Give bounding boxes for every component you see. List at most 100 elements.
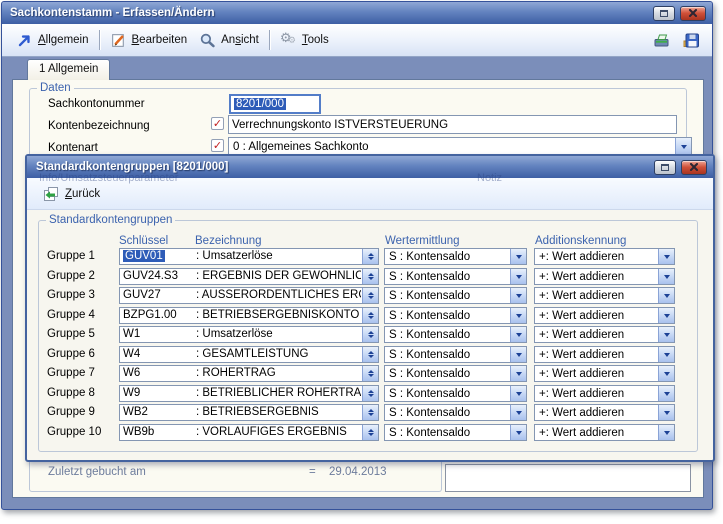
toolbar-separator bbox=[99, 30, 100, 50]
menu-tools[interactable]: ⚙⚙ Tools bbox=[274, 29, 335, 52]
select-value: S : Kontensaldo bbox=[389, 407, 509, 419]
dropdown-arrow-button[interactable] bbox=[510, 366, 526, 381]
zurueck-button[interactable]: Zurück bbox=[37, 184, 106, 204]
key-input[interactable]: W1 : Umsatzerlöse bbox=[119, 326, 379, 343]
dropdown-arrow-button[interactable] bbox=[510, 308, 526, 323]
kontenart-label: Kontenart bbox=[48, 142, 98, 154]
additionskennung-select[interactable]: +: Wert addieren bbox=[534, 326, 675, 343]
zuletzt-gebucht-label: Zuletzt gebucht am bbox=[48, 466, 146, 478]
sachkontonummer-input[interactable]: 8201/000 bbox=[229, 94, 321, 114]
menu-ansicht[interactable]: Ansicht bbox=[193, 29, 265, 52]
dropdown-arrow-button[interactable] bbox=[658, 249, 674, 264]
dropdown-arrow-button[interactable] bbox=[675, 138, 691, 155]
dropdown-arrow-button[interactable] bbox=[658, 269, 674, 284]
spinner-button[interactable] bbox=[362, 327, 378, 342]
restore-button[interactable] bbox=[653, 6, 675, 21]
key-value: BZPG1.00 bbox=[123, 309, 177, 321]
wertermittlung-select[interactable]: S : Kontensaldo bbox=[384, 385, 527, 402]
wertermittlung-select[interactable]: S : Kontensaldo bbox=[384, 287, 527, 304]
dropdown-arrow-button[interactable] bbox=[658, 386, 674, 401]
wertermittlung-select[interactable]: S : Kontensaldo bbox=[384, 248, 527, 265]
key-input[interactable]: WB2 : BETRIEBSERGEBNIS bbox=[119, 404, 379, 421]
dropdown-arrow-button[interactable] bbox=[510, 327, 526, 342]
save-icon[interactable] bbox=[683, 32, 700, 49]
wertermittlung-select[interactable]: S : Kontensaldo bbox=[384, 424, 527, 441]
table-row: Gruppe 1 GUV01 : Umsatzerlöse S : Konten… bbox=[27, 248, 713, 265]
wertermittlung-select[interactable]: S : Kontensaldo bbox=[384, 307, 527, 324]
spinner-button[interactable] bbox=[362, 288, 378, 303]
spinner-up-icon bbox=[368, 328, 374, 334]
printer-icon[interactable] bbox=[653, 32, 670, 49]
spinner-up-icon bbox=[368, 367, 374, 373]
dropdown-arrow-button[interactable] bbox=[658, 327, 674, 342]
tab-allgemein[interactable]: 1 Allgemein bbox=[27, 59, 110, 80]
key-input[interactable]: WB9b : VORLÄUFIGES ERGEBNIS bbox=[119, 424, 379, 441]
notiz-legend-faint: Notiz bbox=[477, 172, 502, 184]
wertermittlung-select[interactable]: S : Kontensaldo bbox=[384, 346, 527, 363]
dialog-close-button[interactable] bbox=[681, 160, 707, 175]
additionskennung-select[interactable]: +: Wert addieren bbox=[534, 268, 675, 285]
additionskennung-select[interactable]: +: Wert addieren bbox=[534, 287, 675, 304]
dropdown-arrow-button[interactable] bbox=[510, 347, 526, 362]
dropdown-arrow-button[interactable] bbox=[510, 405, 526, 420]
chevron-down-icon bbox=[516, 314, 522, 321]
spinner-button[interactable] bbox=[362, 308, 378, 323]
dropdown-arrow-button[interactable] bbox=[658, 308, 674, 323]
close-button[interactable] bbox=[680, 6, 706, 21]
group-label: Gruppe 5 bbox=[47, 328, 95, 340]
spinner-button[interactable] bbox=[362, 366, 378, 381]
spinner-button[interactable] bbox=[362, 249, 378, 264]
chevron-down-icon bbox=[664, 333, 670, 340]
spinner-down-icon bbox=[368, 374, 374, 380]
additionskennung-select[interactable]: +: Wert addieren bbox=[534, 424, 675, 441]
dropdown-arrow-button[interactable] bbox=[658, 425, 674, 440]
dialog-restore-button[interactable] bbox=[654, 160, 676, 175]
kontenbezeichnung-input[interactable]: Verrechnungskonto ISTVERSTEUERUNG bbox=[228, 115, 677, 134]
dropdown-arrow-button[interactable] bbox=[510, 288, 526, 303]
menu-bearbeiten[interactable]: Bearbeiten bbox=[104, 29, 194, 52]
additionskennung-select[interactable]: +: Wert addieren bbox=[534, 307, 675, 324]
dropdown-arrow-button[interactable] bbox=[510, 386, 526, 401]
select-value: S : Kontensaldo bbox=[389, 427, 509, 439]
wertermittlung-select[interactable]: S : Kontensaldo bbox=[384, 268, 527, 285]
menu-allgemein[interactable]: Allgemein bbox=[10, 29, 95, 52]
wertermittlung-select[interactable]: S : Kontensaldo bbox=[384, 326, 527, 343]
key-input[interactable]: BZPG1.00 : BETRIEBSERGEBNISKONTO bbox=[119, 307, 379, 324]
select-value: +: Wert addieren bbox=[539, 329, 657, 341]
wertermittlung-select[interactable]: S : Kontensaldo bbox=[384, 365, 527, 382]
dropdown-arrow-button[interactable] bbox=[658, 366, 674, 381]
key-input[interactable]: GUV24.S3 : ERGEBNIS DER GEWÖHNLICHEN GES bbox=[119, 268, 379, 285]
additionskennung-select[interactable]: +: Wert addieren bbox=[534, 365, 675, 382]
key-input[interactable]: W9 : BETRIEBLICHER ROHERTRAG bbox=[119, 385, 379, 402]
spinner-button[interactable] bbox=[362, 386, 378, 401]
wertermittlung-select[interactable]: S : Kontensaldo bbox=[384, 404, 527, 421]
spinner-button[interactable] bbox=[362, 347, 378, 362]
key-description: : Umsatzerlöse bbox=[196, 250, 361, 262]
key-input[interactable]: GUV01 : Umsatzerlöse bbox=[119, 248, 379, 265]
dropdown-arrow-button[interactable] bbox=[510, 249, 526, 264]
check-icon[interactable]: ✓ bbox=[211, 117, 224, 130]
dropdown-arrow-button[interactable] bbox=[510, 425, 526, 440]
spinner-down-icon bbox=[368, 355, 374, 361]
spinner-button[interactable] bbox=[362, 405, 378, 420]
dropdown-arrow-button[interactable] bbox=[658, 347, 674, 362]
arrow-up-right-icon bbox=[16, 32, 33, 49]
spinner-down-icon bbox=[368, 316, 374, 322]
check-icon[interactable]: ✓ bbox=[211, 139, 224, 152]
dropdown-arrow-button[interactable] bbox=[658, 288, 674, 303]
additionskennung-select[interactable]: +: Wert addieren bbox=[534, 248, 675, 265]
spinner-up-icon bbox=[368, 426, 374, 432]
additionskennung-select[interactable]: +: Wert addieren bbox=[534, 404, 675, 421]
additionskennung-select[interactable]: +: Wert addieren bbox=[534, 346, 675, 363]
group-label: Gruppe 7 bbox=[47, 367, 95, 379]
spinner-button[interactable] bbox=[362, 425, 378, 440]
spinner-button[interactable] bbox=[362, 269, 378, 284]
key-input[interactable]: GUV27 : AUSSERORDENTLICHES ERGEBNIS bbox=[119, 287, 379, 304]
table-row: Gruppe 4 BZPG1.00 : BETRIEBSERGEBNISKONT… bbox=[27, 307, 713, 324]
notiz-textarea[interactable] bbox=[445, 464, 691, 492]
key-input[interactable]: W6 : ROHERTRAG bbox=[119, 365, 379, 382]
additionskennung-select[interactable]: +: Wert addieren bbox=[534, 385, 675, 402]
dropdown-arrow-button[interactable] bbox=[510, 269, 526, 284]
key-input[interactable]: W4 : GESAMTLEISTUNG bbox=[119, 346, 379, 363]
dropdown-arrow-button[interactable] bbox=[658, 405, 674, 420]
